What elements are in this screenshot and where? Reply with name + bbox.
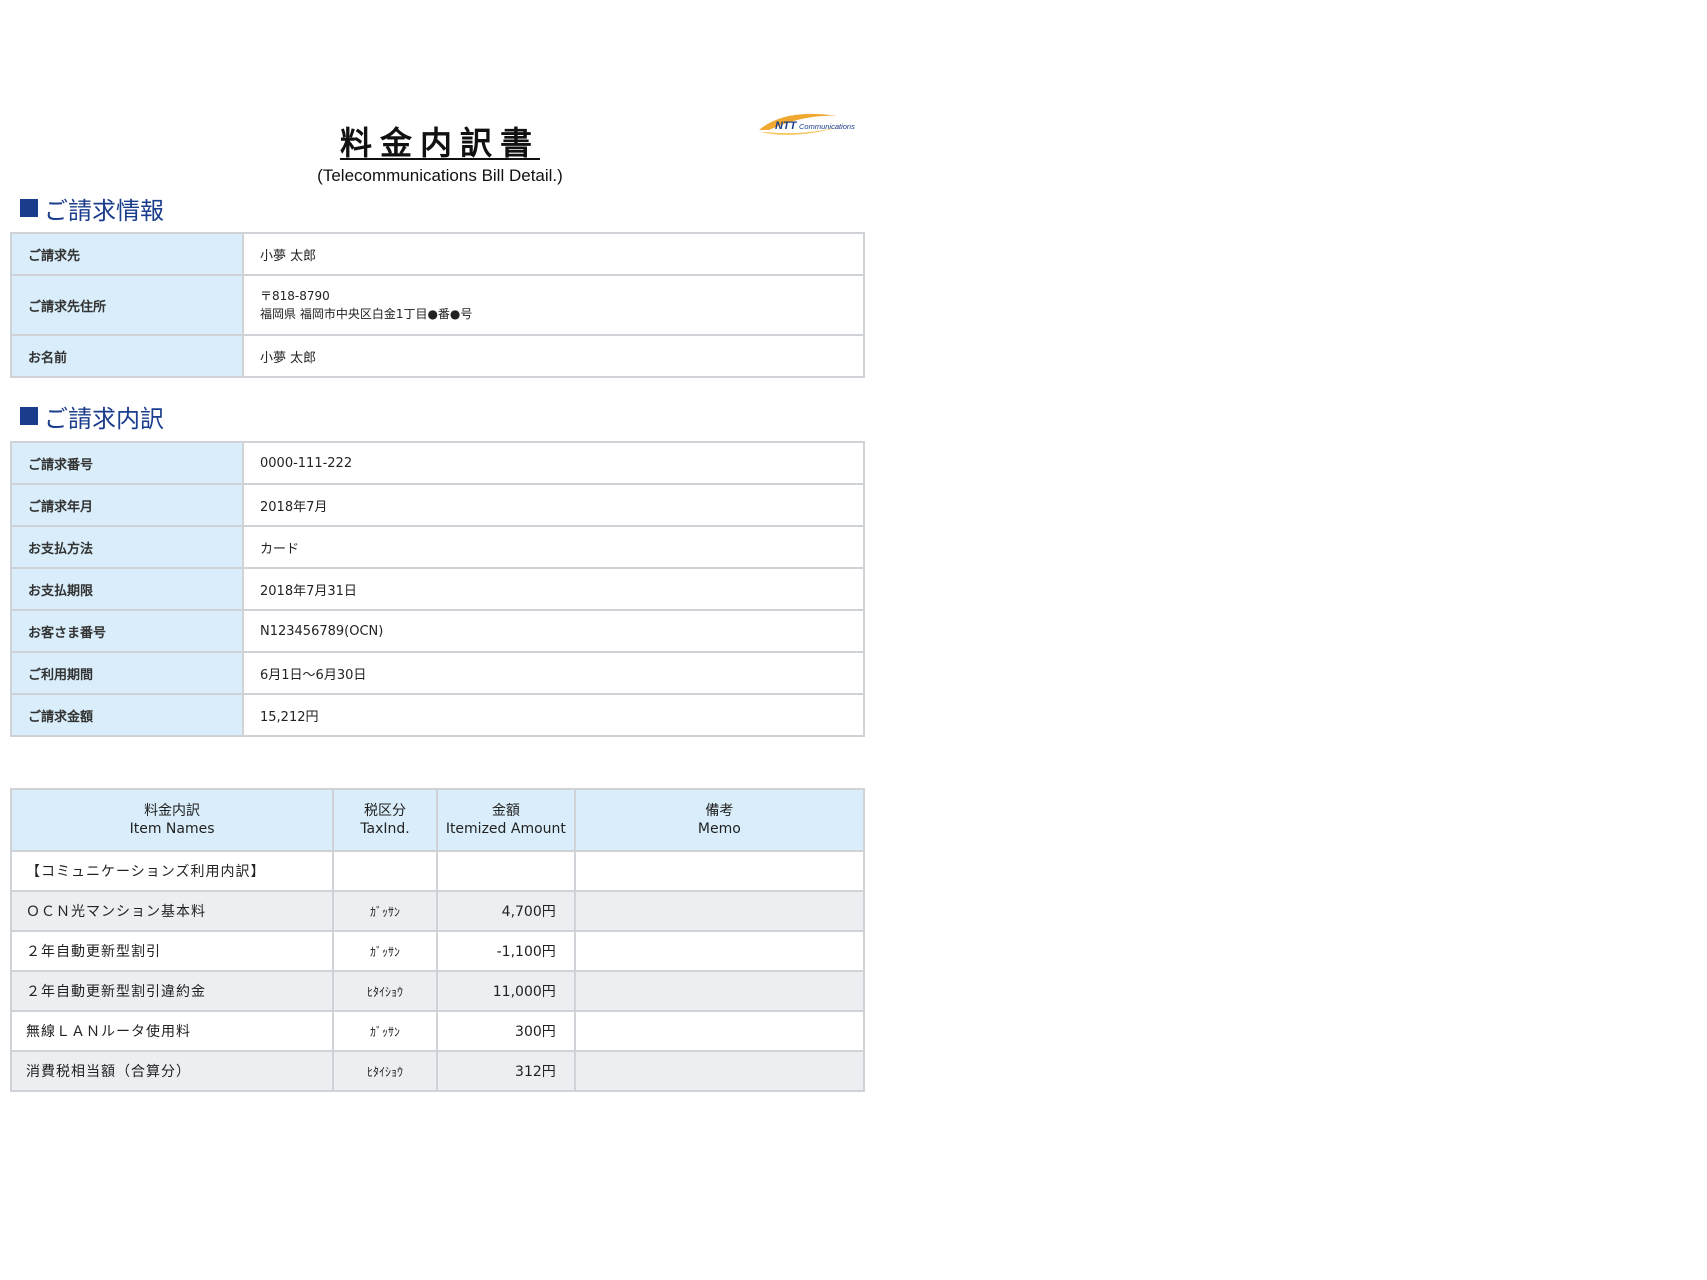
item-amount: 11,000円 xyxy=(435,970,576,1012)
title-jp: 料金内訳書 xyxy=(339,124,540,162)
row-value: カード xyxy=(242,525,865,569)
document-title: 料金内訳書 (Telecommunications Bill Detail.) xyxy=(260,118,620,186)
item-name: ２年自動更新型割引違約金 xyxy=(9,970,335,1012)
square-bullet-icon xyxy=(20,407,38,425)
item-amount xyxy=(435,850,576,892)
item-memo xyxy=(573,1050,866,1092)
table-row: お支払方法 カード xyxy=(10,525,865,569)
postal-code: 〒818-8790 xyxy=(260,289,330,303)
tax-ind xyxy=(332,850,438,892)
row-label: お名前 xyxy=(10,334,244,378)
row-value: 〒818-8790 福岡県 福岡市中央区白金1丁目●番●号 xyxy=(242,274,865,336)
title-en: (Telecommunications Bill Detail.) xyxy=(317,166,563,185)
item-name: 【コミュニケーションズ利用内訳】 xyxy=(9,850,335,892)
header-jp: 金額 xyxy=(491,803,520,819)
header-jp: 備考 xyxy=(705,803,734,819)
header-en: Item Names xyxy=(129,821,215,837)
column-header-amount: 金額 Itemized Amount xyxy=(435,788,576,852)
row-label: ご請求金額 xyxy=(10,693,244,737)
billing-detail-table: ご請求番号 0000-111-222 ご請求年月 2018年7月 お支払方法 カ… xyxy=(10,441,865,737)
table-row: 無線ＬＡＮルータ使用料 ｶﾞｯｻﾝ 300円 xyxy=(9,1010,866,1052)
row-label: ご請求年月 xyxy=(10,483,244,527)
item-name: 無線ＬＡＮルータ使用料 xyxy=(9,1010,335,1052)
table-row: お支払期限 2018年7月31日 xyxy=(10,567,865,611)
item-memo xyxy=(573,970,866,1012)
row-value: 小夢 太郎 xyxy=(242,334,865,378)
table-row: ご請求先 小夢 太郎 xyxy=(10,232,865,276)
item-memo xyxy=(573,850,866,892)
item-memo xyxy=(573,890,866,932)
table-row: ＯＣＮ光マンション基本料 ｶﾞｯｻﾝ 4,700円 xyxy=(9,890,866,932)
section-heading-billing-detail: ご請求内訳 xyxy=(20,400,164,433)
billing-info-table: ご請求先 小夢 太郎 ご請求先住所 〒818-8790 福岡県 福岡市中央区白金… xyxy=(10,232,865,378)
table-row: お名前 小夢 太郎 xyxy=(10,334,865,378)
tax-ind: ﾋﾀｲｼｮｳ xyxy=(332,970,438,1012)
header-en: Itemized Amount xyxy=(445,821,566,837)
header-en: Memo xyxy=(697,821,741,837)
row-value: 15,212円 xyxy=(242,693,865,737)
item-name: 消費税相当額（合算分） xyxy=(9,1050,335,1092)
row-label: お支払期限 xyxy=(10,567,244,611)
tax-ind: ｶﾞｯｻﾝ xyxy=(332,930,438,972)
header-en: TaxInd. xyxy=(360,821,410,837)
row-label: ご請求先 xyxy=(10,232,244,276)
row-value: 2018年7月 xyxy=(242,483,865,527)
tax-ind: ｶﾞｯｻﾝ xyxy=(332,890,438,932)
table-row: お客さま番号 N123456789(OCN) xyxy=(10,609,865,653)
row-label: ご利用期間 xyxy=(10,651,244,695)
tax-ind: ﾋﾀｲｼｮｳ xyxy=(332,1050,438,1092)
table-row: ２年自動更新型割引 ｶﾞｯｻﾝ -1,100円 xyxy=(9,930,866,972)
row-value: N123456789(OCN) xyxy=(242,609,865,653)
column-header-item-names: 料金内訳 Item Names xyxy=(9,788,335,852)
row-label: ご請求先住所 xyxy=(10,274,244,336)
header-jp: 料金内訳 xyxy=(144,803,201,819)
table-row: ご請求金額 15,212円 xyxy=(10,693,865,737)
item-amount: 4,700円 xyxy=(435,890,576,932)
row-value: 小夢 太郎 xyxy=(242,232,865,276)
item-amount: 312円 xyxy=(435,1050,576,1092)
section-heading-billing-info: ご請求情報 xyxy=(20,192,164,225)
table-header-row: 料金内訳 Item Names 税区分 TaxInd. 金額 Itemized … xyxy=(9,788,866,852)
section-heading-label: ご請求内訳 xyxy=(44,404,164,433)
table-row: 消費税相当額（合算分） ﾋﾀｲｼｮｳ 312円 xyxy=(9,1050,866,1092)
item-amount: -1,100円 xyxy=(435,930,576,972)
row-value: 2018年7月31日 xyxy=(242,567,865,611)
item-name: ＯＣＮ光マンション基本料 xyxy=(9,890,335,932)
item-memo xyxy=(573,1010,866,1052)
table-row: ご請求先住所 〒818-8790 福岡県 福岡市中央区白金1丁目●番●号 xyxy=(10,274,865,336)
row-label: お支払方法 xyxy=(10,525,244,569)
ntt-communications-logo: NTT Communications xyxy=(755,110,875,140)
section-heading-label: ご請求情報 xyxy=(44,196,164,225)
row-value: 0000-111-222 xyxy=(242,441,865,485)
svg-text:Communications: Communications xyxy=(799,122,855,131)
table-row: ２年自動更新型割引違約金 ﾋﾀｲｼｮｳ 11,000円 xyxy=(9,970,866,1012)
itemized-charges-table: 料金内訳 Item Names 税区分 TaxInd. 金額 Itemized … xyxy=(9,788,866,1092)
square-bullet-icon xyxy=(20,199,38,217)
table-row: ご利用期間 6月1日～6月30日 xyxy=(10,651,865,695)
header-jp: 税区分 xyxy=(364,803,407,819)
column-header-tax-ind: 税区分 TaxInd. xyxy=(332,788,438,852)
table-row: ご請求年月 2018年7月 xyxy=(10,483,865,527)
address: 福岡県 福岡市中央区白金1丁目●番●号 xyxy=(260,307,473,321)
column-header-memo: 備考 Memo xyxy=(573,788,866,852)
table-row: 【コミュニケーションズ利用内訳】 xyxy=(9,850,866,892)
table-row: ご請求番号 0000-111-222 xyxy=(10,441,865,485)
row-value: 6月1日～6月30日 xyxy=(242,651,865,695)
row-label: お客さま番号 xyxy=(10,609,244,653)
item-amount: 300円 xyxy=(435,1010,576,1052)
item-name: ２年自動更新型割引 xyxy=(9,930,335,972)
svg-text:NTT: NTT xyxy=(775,120,798,132)
item-memo xyxy=(573,930,866,972)
row-label: ご請求番号 xyxy=(10,441,244,485)
tax-ind: ｶﾞｯｻﾝ xyxy=(332,1010,438,1052)
